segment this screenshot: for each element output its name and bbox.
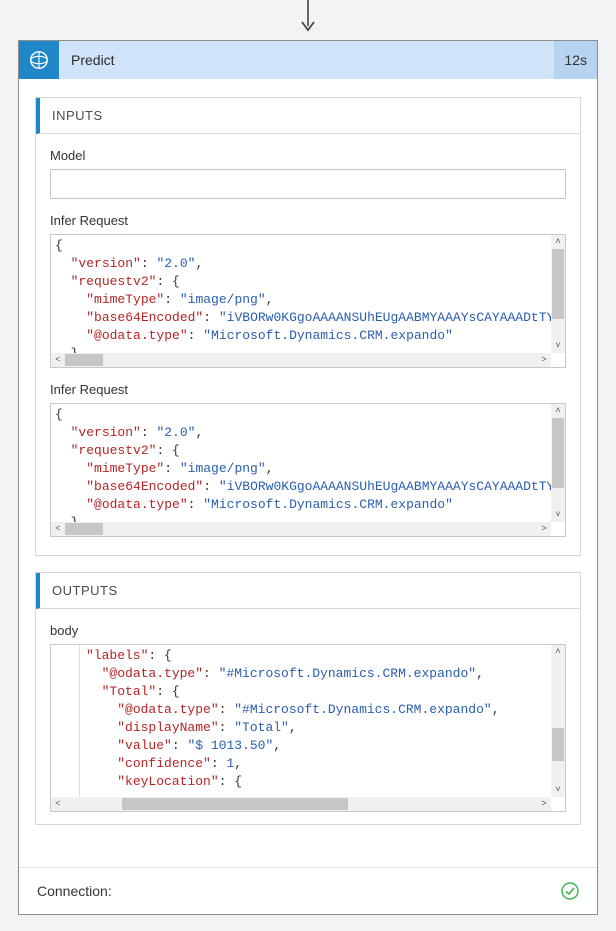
infer-request-1-code[interactable]: { "version": "2.0", "requestv2": { "mime… [50, 234, 566, 368]
outputs-panel-title: OUTPUTS [36, 573, 580, 609]
ai-builder-icon [19, 41, 59, 79]
outputs-panel: OUTPUTS body "labels": { "@odata.type": … [35, 572, 581, 825]
flow-arrow-down-icon [299, 0, 317, 37]
inputs-panel: INPUTS Model Infer Request { "version": … [35, 97, 581, 556]
vertical-scrollbar[interactable]: ˄ ˅ [551, 404, 565, 522]
field-body: body "labels": { "@odata.type": "#Micros… [50, 623, 566, 812]
horizontal-scrollbar[interactable]: ˂ ˃ [51, 353, 551, 367]
vertical-scrollbar[interactable]: ˄ ˅ [551, 645, 565, 797]
infer-request-2-label: Infer Request [50, 382, 566, 397]
field-model: Model [50, 148, 566, 199]
connection-label: Connection: [37, 883, 112, 899]
model-input[interactable] [50, 169, 566, 199]
inputs-panel-title: INPUTS [36, 98, 580, 134]
body-code[interactable]: "labels": { "@odata.type": "#Microsoft.D… [50, 644, 566, 812]
field-infer-request-1: Infer Request { "version": "2.0", "reque… [50, 213, 566, 368]
card-footer: Connection: [19, 867, 597, 914]
vertical-scrollbar[interactable]: ˄ ˅ [551, 235, 565, 353]
action-card-predict: Predict 12s INPUTS Model Infer Request {… [18, 40, 598, 915]
body-label: body [50, 623, 566, 638]
action-duration-badge: 12s [554, 41, 597, 79]
horizontal-scrollbar[interactable]: ˂ ˃ [51, 797, 551, 811]
action-card-header[interactable]: Predict 12s [19, 41, 597, 79]
field-infer-request-2: Infer Request { "version": "2.0", "reque… [50, 382, 566, 537]
infer-request-1-label: Infer Request [50, 213, 566, 228]
action-card-title: Predict [59, 41, 554, 79]
horizontal-scrollbar[interactable]: ˂ ˃ [51, 522, 551, 536]
infer-request-2-code[interactable]: { "version": "2.0", "requestv2": { "mime… [50, 403, 566, 537]
model-label: Model [50, 148, 566, 163]
status-success-icon [561, 882, 579, 900]
